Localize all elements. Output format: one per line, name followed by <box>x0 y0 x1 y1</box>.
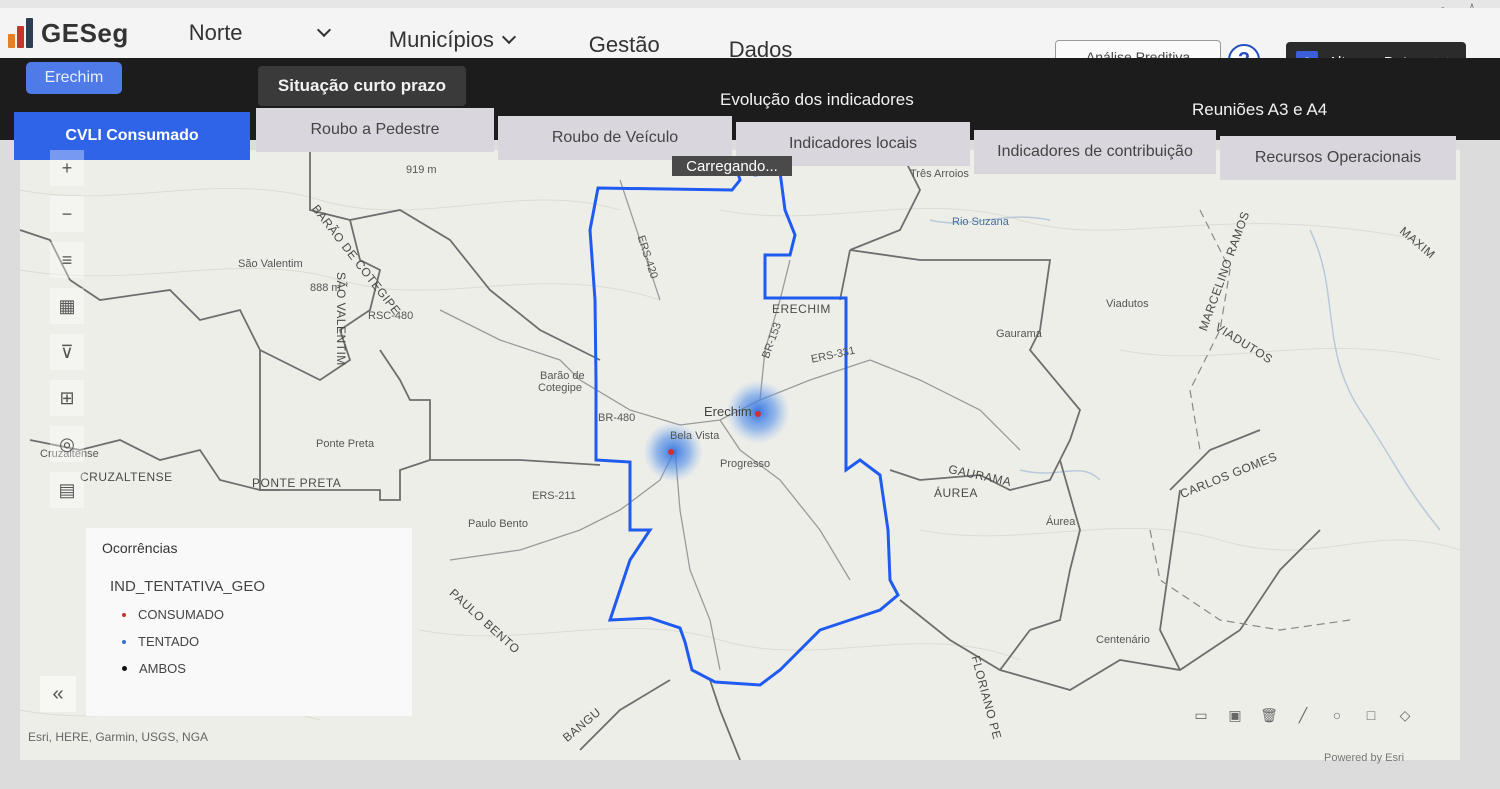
tab-roubo-veiculo[interactable]: Roubo de Veículo <box>498 116 732 160</box>
legend-item: TENTADO <box>122 634 396 649</box>
map-label: Barão de <box>540 370 585 382</box>
map-toolbar: + − ≡ ▦ ⊽ ⊞ ◎ ▤ <box>50 150 84 518</box>
map-label: RSC-480 <box>368 310 414 322</box>
short-term-situation-button[interactable]: Situação curto prazo <box>258 66 466 106</box>
layer-list-icon[interactable]: ≡ <box>50 242 84 278</box>
chevron-down-icon <box>501 29 516 45</box>
tab-roubo-pedestre[interactable]: Roubo a Pedestre <box>256 108 494 152</box>
map-label: 919 m <box>406 164 437 176</box>
circle-icon[interactable]: ○ <box>1326 704 1348 726</box>
tab-indicadores-contribuicao[interactable]: Indicadores de contribuição <box>974 130 1216 174</box>
loading-indicator: Carregando... <box>672 156 792 176</box>
zoom-out-icon[interactable]: − <box>50 196 84 232</box>
city-selector-button[interactable]: Erechim <box>26 62 122 94</box>
print-icon[interactable]: ▭ <box>1190 704 1212 726</box>
tab-recursos-operacionais[interactable]: Recursos Operacionais <box>1220 136 1456 180</box>
nav-municipios[interactable]: Municípios <box>379 27 579 53</box>
app-logo[interactable]: GESeg <box>8 18 129 49</box>
map-label: Erechim <box>704 404 752 419</box>
map-label: Viadutos <box>1106 298 1149 310</box>
zoom-in-icon[interactable]: + <box>50 150 84 186</box>
map-label: São Valentim <box>238 258 303 270</box>
map-label: Três Arroios <box>910 168 969 180</box>
legend-layer-name: IND_TENTATIVA_GEO <box>110 578 266 595</box>
nav-norte[interactable]: Norte <box>179 20 309 46</box>
legend-item: AMBOS <box>122 661 396 676</box>
map-label: Centenário <box>1096 634 1150 646</box>
draw-toolbar: ▭ ▣ 🗑 ╱ ○ □ ◇ <box>1190 704 1416 726</box>
legend-dot-icon <box>122 612 126 617</box>
map-label: CRUZALTENSE <box>80 470 173 484</box>
map-label: PONTE PRETA <box>252 476 342 490</box>
legend-panel: Ocorrências IND_TENTATIVA_GEO CONSUMADO … <box>86 528 412 716</box>
eraser-icon[interactable]: ◇ <box>1394 704 1416 726</box>
map-label: 888 m <box>310 282 341 294</box>
basemap-gallery-icon[interactable]: ▦ <box>50 288 84 324</box>
map-label: Áurea <box>1046 516 1076 528</box>
map-label: Ponte Preta <box>316 438 375 450</box>
map-label: Progresso <box>720 458 771 470</box>
save-icon[interactable]: ▣ <box>1224 704 1246 726</box>
main-nav: Norte Municípios Gestão Dados <box>179 3 839 63</box>
map-attribution: Esri, HERE, Garmin, USGS, NGA <box>28 730 209 744</box>
app-name: GESeg <box>41 17 129 48</box>
legend-title: Ocorrências <box>102 540 178 556</box>
map-label: Paulo Bento <box>468 518 528 530</box>
powered-by[interactable]: Powered by Esri <box>1324 752 1404 764</box>
legend-dot-icon <box>122 666 127 671</box>
logo-bars-icon <box>8 18 33 48</box>
map-label: Gaurama <box>996 328 1042 340</box>
chevron-down-icon <box>316 22 331 38</box>
map-label: ERS-211 <box>532 490 576 502</box>
line-icon[interactable]: ╱ <box>1292 704 1314 726</box>
collapse-panel-button[interactable]: « <box>40 676 76 712</box>
nav-gestao[interactable]: Gestão <box>579 32 719 58</box>
grid-icon[interactable]: ⊞ <box>50 380 84 416</box>
filter-icon[interactable]: ⊽ <box>50 334 84 370</box>
map-label: Rio Suzana <box>952 216 1009 228</box>
legend-dot-icon <box>122 639 126 644</box>
map-label: ÁUREA <box>934 486 978 500</box>
indicator-tabs: CVLI Consumado Roubo a Pedestre Roubo de… <box>0 108 1500 180</box>
nav-norte-dropdown[interactable] <box>309 22 379 38</box>
map-label: ERECHIM <box>772 302 831 316</box>
app-header: GESeg Norte Municípios Gestão Dados <box>0 8 1500 62</box>
locate-icon[interactable]: ◎ <box>50 426 84 462</box>
map-label: Cotegipe <box>538 382 583 394</box>
occurrence-point <box>755 411 761 417</box>
map-label: BR-480 <box>598 412 636 424</box>
trash-icon[interactable]: 🗑 <box>1258 704 1280 726</box>
occurrence-point <box>668 449 674 455</box>
indicators-evolution-link[interactable]: Evolução dos indicadores <box>720 90 914 110</box>
square-icon[interactable]: □ <box>1360 704 1382 726</box>
table-icon[interactable]: ▤ <box>50 472 84 508</box>
map-label: Bela Vista <box>670 430 720 442</box>
legend-item: CONSUMADO <box>122 607 396 622</box>
